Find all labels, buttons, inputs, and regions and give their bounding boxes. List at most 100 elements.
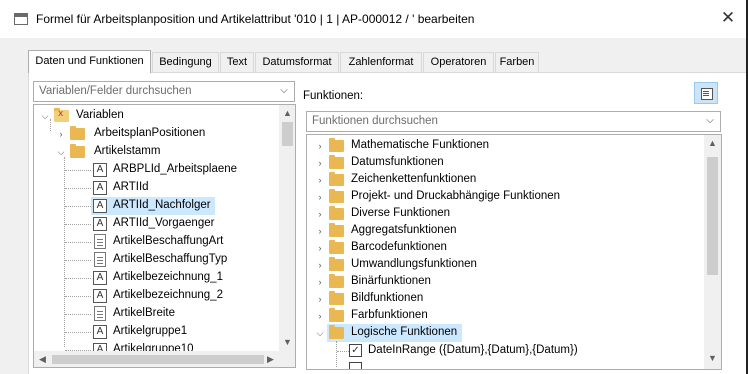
tree-item-datumsfunktionen[interactable]: › Datumsfunktionen [307, 154, 702, 172]
tree-item-zeichenkettenfunktionen[interactable]: › Zeichenkettenfunktionen [307, 171, 702, 189]
funktionen-label: Funktionen: [303, 90, 364, 102]
tab-operatoren[interactable]: Operatoren [423, 52, 494, 72]
close-icon[interactable]: ✕ [716, 7, 740, 29]
checkbox-icon [349, 362, 362, 369]
folder-icon [329, 308, 344, 322]
document-field-icon [94, 234, 106, 249]
tree-item-label: ARTIId [113, 181, 149, 193]
variables-tree[interactable]: ⌵ Variablen › ArbeitsplanPositionen ⌵ Ar… [33, 104, 296, 368]
chevron-right-icon[interactable]: › [315, 174, 325, 186]
tree-line [65, 224, 91, 225]
chevron-right-icon[interactable]: › [315, 140, 325, 152]
tab-text[interactable]: Text [220, 52, 254, 72]
functions-tree[interactable]: › Mathematische Funktionen › Datumsfunkt… [306, 134, 722, 370]
tree-item-artiid-nachfolger[interactable]: A ARTIId_Nachfolger [34, 197, 274, 215]
tree-item-artiid-vorgaenger[interactable]: A ARTIId_Vorgaenger [34, 215, 274, 233]
tree-item-diverse-funktionen[interactable]: › Diverse Funktionen [307, 205, 702, 223]
chevron-right-icon[interactable]: › [315, 157, 325, 169]
tree-line [65, 314, 91, 315]
chevron-down-icon[interactable]: ⌵ [315, 327, 325, 339]
tree-item-logische-funktionen[interactable]: ⌵ Logische Funktionen [307, 324, 702, 342]
tree-item-label: ArbeitsplanPositionen [94, 127, 206, 139]
chevron-down-icon[interactable]: ⌵ [40, 110, 50, 122]
chevron-right-icon[interactable]: › [315, 293, 325, 305]
chevron-right-icon[interactable]: › [315, 310, 325, 322]
chevron-down-icon[interactable]: ⌵ [704, 113, 716, 129]
tree-item-artikelbeschaffungtyp[interactable]: ArtikelBeschaffungTyp [34, 251, 274, 269]
chevron-right-icon[interactable]: › [315, 276, 325, 288]
scroll-right-icon[interactable]: ▶ [262, 351, 279, 367]
chevron-right-icon[interactable]: › [56, 128, 66, 140]
tree-item-mathematische-funktionen[interactable]: › Mathematische Funktionen [307, 137, 702, 155]
tree-item-label: Zeichenkettenfunktionen [351, 173, 477, 185]
tree-item-label: ArtikelBeschaffungArt [113, 235, 224, 247]
variables-vertical-scrollbar[interactable]: ▲ ▼ [279, 105, 295, 351]
tree-item-arbeitsplanpositionen[interactable]: › ArbeitsplanPositionen [34, 125, 274, 143]
tree-item-label: Artikelbezeichnung_2 [113, 289, 223, 301]
tree-item-artikelgruppe1[interactable]: A Artikelgruppe1 [34, 323, 274, 341]
tab-daten-und-funktionen[interactable]: Daten und Funktionen [28, 50, 151, 73]
variables-horizontal-scrollbar[interactable]: ◀ ▶ [34, 351, 295, 367]
folder-icon [329, 189, 344, 203]
toggle-view-button[interactable] [694, 82, 718, 104]
scrollbar-thumb[interactable] [707, 157, 718, 275]
tree-item-artiid[interactable]: A ARTIId [34, 179, 274, 197]
functions-vertical-scrollbar[interactable]: ▲ ▼ [704, 135, 721, 369]
tree-item-label: Datumsfunktionen [351, 156, 444, 168]
scroll-down-icon[interactable]: ▼ [704, 350, 721, 367]
scroll-left-icon[interactable]: ◀ [34, 351, 51, 367]
tree-item-bildfunktionen[interactable]: › Bildfunktionen [307, 290, 702, 308]
tree-item-artikelstamm[interactable]: ⌵ Artikelstamm [34, 143, 274, 161]
chevron-right-icon[interactable]: › [315, 208, 325, 220]
tree-item-farbfunktionen[interactable]: › Farbfunktionen [307, 307, 702, 325]
scroll-down-icon[interactable]: ▼ [279, 334, 295, 351]
tree-item-artikelbezeichnung-1[interactable]: A Artikelbezeichnung_1 [34, 269, 274, 287]
chevron-right-icon[interactable]: › [315, 191, 325, 203]
tree-item-label: ArtikelBeschaffungTyp [113, 253, 228, 265]
scrollbar-thumb[interactable] [282, 122, 293, 146]
tab-zahlenformat[interactable]: Zahlenformat [340, 52, 422, 72]
folder-icon [329, 257, 344, 271]
chevron-right-icon[interactable]: › [315, 259, 325, 271]
tree-item-label: DateInRange ({Datum},{Datum},{Datum}) [368, 344, 578, 356]
tree-item-arbplid[interactable]: A ARBPLId_Arbeitsplaene [34, 161, 274, 179]
title-bar: Formel für Arbeitsplanposition und Artik… [0, 0, 748, 38]
tree-item-label: Mathematische Funktionen [351, 139, 490, 151]
tree-item-variablen[interactable]: ⌵ Variablen [34, 107, 274, 125]
tree-item-projekt-druckabhaengige[interactable]: › Projekt- und Druckabhängige Funktionen [307, 188, 702, 206]
variables-search-input[interactable]: Variablen/Felder durchsuchen ⌵ [33, 81, 295, 102]
dialog-window: Formel für Arbeitsplanposition und Artik… [0, 0, 748, 374]
scroll-up-icon[interactable]: ▲ [704, 135, 721, 152]
tree-item-label: Diverse Funktionen [351, 207, 451, 219]
tab-datumsformat[interactable]: Datumsformat [255, 52, 339, 72]
document-field-icon [94, 252, 106, 267]
tree-line [65, 242, 91, 243]
tree-item-label: Projekt- und Druckabhängige Funktionen [351, 190, 561, 202]
functions-search-input[interactable]: Funktionen durchsuchen ⌵ [306, 111, 721, 132]
tree-item-artikelbeschaffungart[interactable]: ArtikelBeschaffungArt [34, 233, 274, 251]
tab-farben[interactable]: Farben [495, 52, 539, 72]
scroll-up-icon[interactable]: ▲ [279, 105, 295, 122]
chevron-right-icon[interactable]: › [315, 242, 325, 254]
tree-line [65, 170, 91, 171]
folder-icon [70, 126, 85, 140]
folder-icon [329, 206, 344, 220]
chevron-down-icon[interactable]: ⌵ [56, 146, 66, 158]
scrollbar-thumb[interactable] [52, 355, 264, 364]
tree-item-label: ARBPLId_Arbeitsplaene [113, 163, 238, 175]
folder-icon [329, 172, 344, 186]
tree-item-binaerfunktionen[interactable]: › Binärfunktionen [307, 273, 702, 291]
tree-item-label: Variablen [76, 109, 124, 121]
tree-item-artikelbreite[interactable]: ArtikelBreite [34, 305, 274, 323]
tree-item-partial[interactable] [307, 360, 702, 369]
tree-item-barcodefunktionen[interactable]: › Barcodefunktionen [307, 239, 702, 257]
tab-bedingung[interactable]: Bedingung [152, 52, 219, 72]
tree-item-dateinrange[interactable]: ✓ DateInRange ({Datum},{Datum},{Datum}) [307, 342, 702, 360]
chevron-right-icon[interactable]: › [315, 225, 325, 237]
folder-icon [329, 223, 344, 237]
tree-item-artikelbezeichnung-2[interactable]: A Artikelbezeichnung_2 [34, 287, 274, 305]
chevron-down-icon[interactable]: ⌵ [278, 83, 290, 99]
tree-item-umwandlungsfunktionen[interactable]: › Umwandlungsfunktionen [307, 256, 702, 274]
tree-item-aggregatsfunktionen[interactable]: › Aggregatsfunktionen [307, 222, 702, 240]
text-field-icon: A [93, 289, 107, 303]
